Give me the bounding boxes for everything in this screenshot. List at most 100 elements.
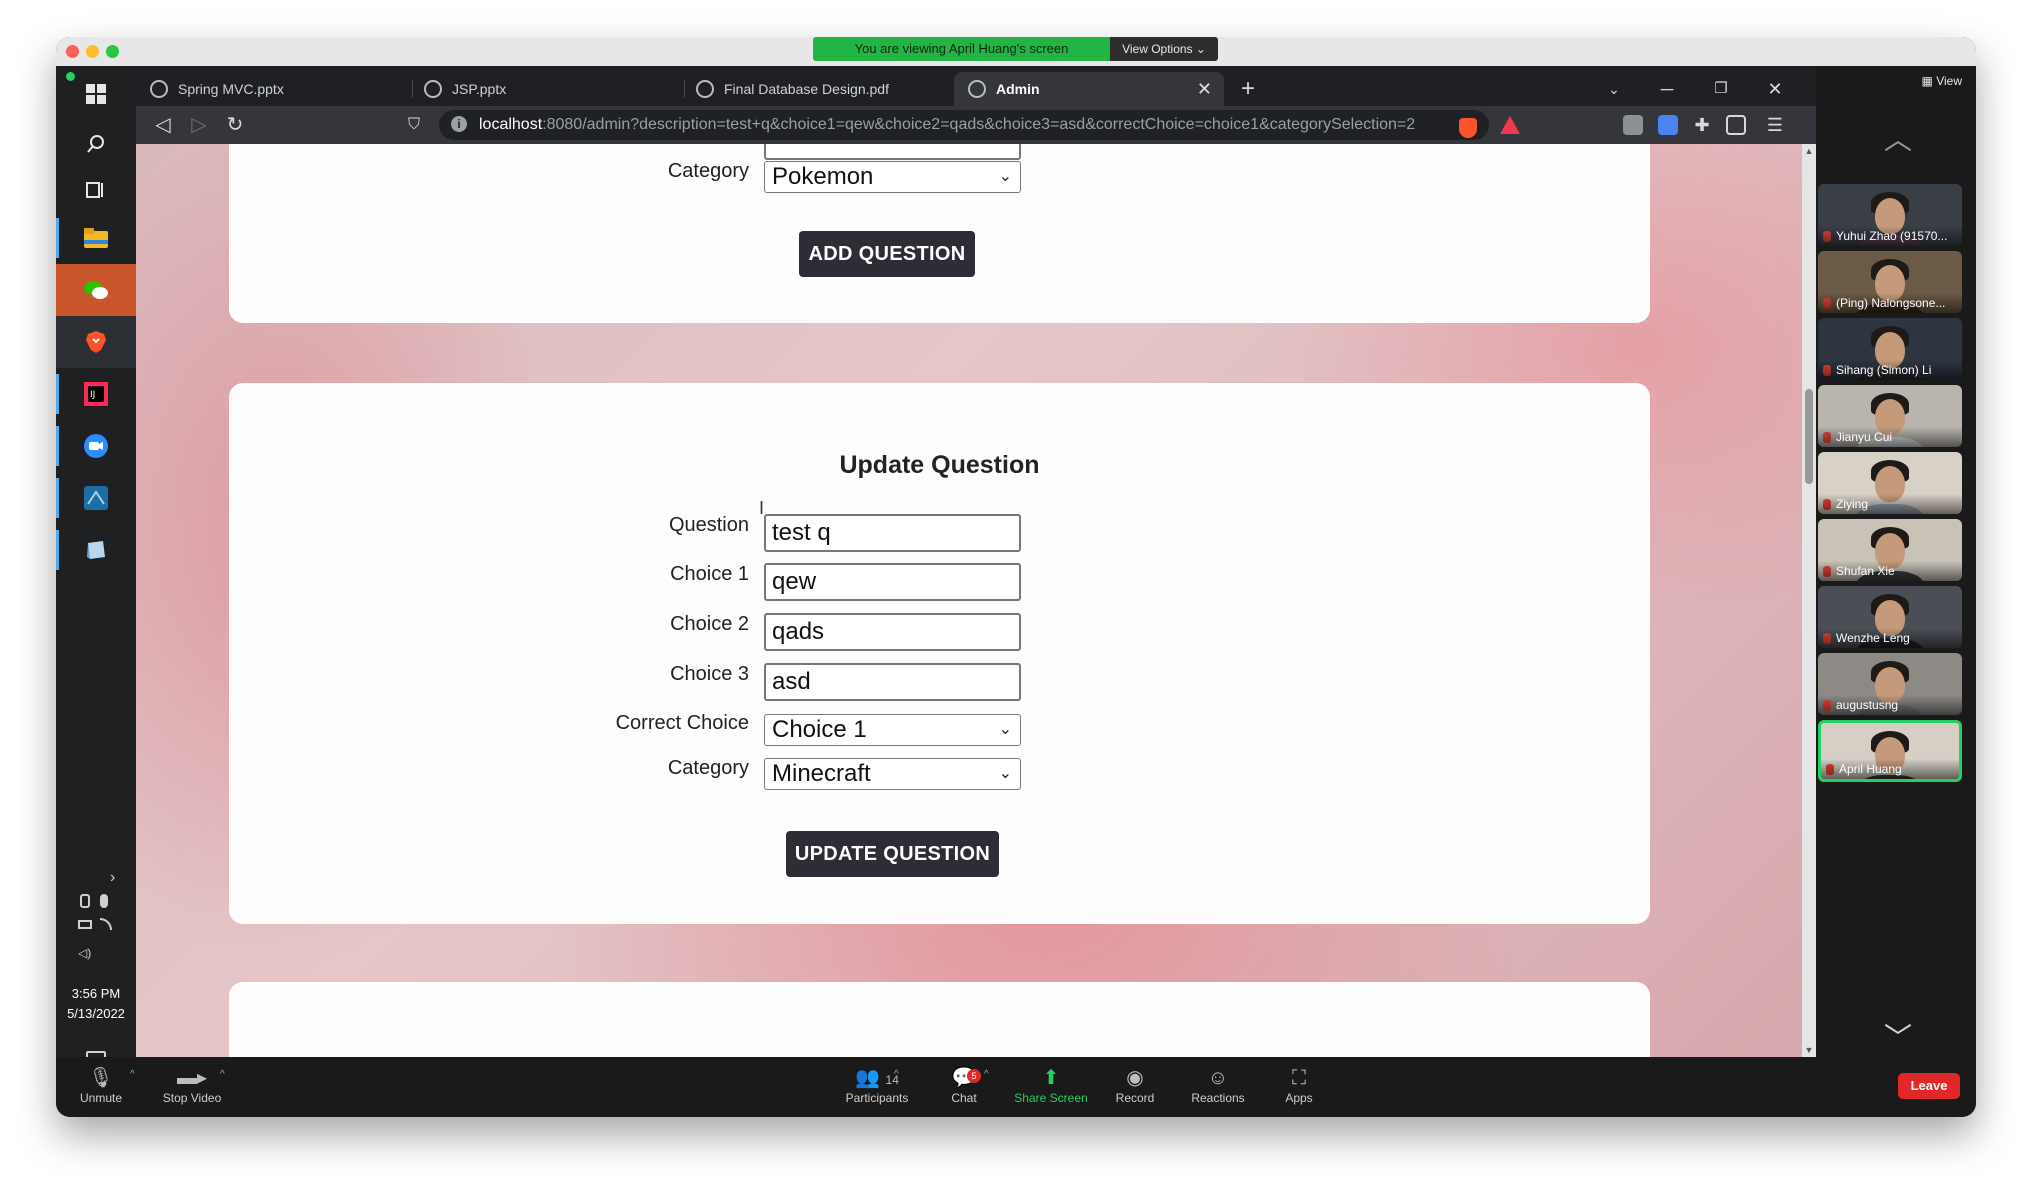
add-category-select[interactable]: Pokemon ⌄ [764,161,1021,193]
scroll-thumb[interactable] [1805,389,1813,484]
update-category-select[interactable]: Minecraft ⌄ [764,758,1021,790]
battery-tray-icon[interactable] [78,920,92,929]
tab-final-database-design[interactable]: Final Database Design.pdf [682,72,952,106]
chat-button[interactable]: 💬 5 Chat [919,1065,1009,1105]
forward-button[interactable]: ▷ [184,106,214,144]
next-card [229,982,1650,1057]
leave-button[interactable]: Leave [1898,1073,1960,1099]
back-button[interactable]: ◁ [148,106,178,144]
brave-rewards-icon[interactable] [1500,116,1520,134]
bookmark-icon[interactable]: ⛉ [399,106,429,144]
reactions-button[interactable]: ☺ Reactions [1173,1065,1263,1105]
tab-spring-mvc[interactable]: Spring MVC.pptx [136,72,406,106]
chat-label: Chat [951,1091,977,1105]
choice-3-partial-input[interactable] [764,144,1021,160]
stop-video-button[interactable]: ▬▸ Stop Video [142,1065,242,1105]
participant-tile[interactable]: Shufan Xie [1818,519,1962,581]
video-options-caret[interactable]: ^ [220,1069,225,1080]
translate-extension-icon[interactable] [1658,115,1678,135]
add-question-button[interactable]: ADD QUESTION [799,231,975,277]
maximize-window-button[interactable] [106,45,119,58]
volume-tray-icon[interactable]: ◁) [78,946,91,960]
participants-button[interactable]: 👥 14 Participants [822,1065,932,1105]
browser-window: Spring MVC.pptx JSP.pptx Final Database … [136,66,1816,1057]
choice-1-label: Choice 1 [670,563,749,585]
participant-tile[interactable]: augustusng [1818,653,1962,715]
brave-browser-icon[interactable] [56,316,136,368]
search-icon[interactable] [56,118,136,170]
brave-shield-icon[interactable] [1459,118,1477,138]
record-button[interactable]: ◉ Record [1090,1065,1180,1105]
notes-app-icon[interactable] [56,524,136,576]
zoom-app-icon[interactable] [56,420,136,472]
close-browser-button[interactable]: ✕ [1758,72,1792,106]
wechat-icon[interactable] [56,264,136,316]
taskbar-clock[interactable]: 3:56 PM 5/13/2022 [56,984,136,1024]
choice-3-input[interactable]: asd [764,663,1021,701]
wallet-icon[interactable] [1726,115,1746,135]
apps-icon: ⛶ [1292,1067,1306,1089]
minimize-browser-button[interactable]: ─ [1650,72,1684,106]
site-info-icon[interactable]: i [451,116,467,132]
chat-options-caret[interactable]: ^ [984,1069,989,1080]
apps-button[interactable]: ⛶ Apps [1254,1065,1344,1105]
chevron-down-icon[interactable]: ﹀ [1884,1016,1912,1056]
participants-options-caret[interactable]: ^ [894,1069,899,1080]
close-tab-icon[interactable]: ✕ [1197,72,1212,106]
choice-3-label: Choice 3 [670,663,749,685]
tab-jsp[interactable]: JSP.pptx [410,72,680,106]
participant-tile[interactable]: April Huang [1818,720,1962,782]
participants-icon: 👥 14 [855,1067,899,1089]
participant-name: Ziying [1818,494,1962,514]
globe-icon [150,80,168,98]
zoom-window: You are viewing April Huang's screen Vie… [56,37,1976,1117]
extension-k-icon[interactable] [1623,115,1643,135]
phone-tray-icon[interactable] [80,894,90,908]
view-options-button[interactable]: View Options ⌄ [1110,37,1218,61]
stop-video-label: Stop Video [162,1091,222,1105]
update-question-button[interactable]: UPDATE QUESTION [786,831,999,877]
tab-search-chevron-icon[interactable]: ⌄ [1597,72,1631,106]
participant-tile[interactable]: (Ping) Nalongsone... [1818,251,1962,313]
tab-bar: Spring MVC.pptx JSP.pptx Final Database … [136,66,1816,106]
address-bar[interactable]: i localhost:8080/admin?description=test+… [439,110,1489,140]
view-label: View [1936,74,1962,88]
close-window-button[interactable] [66,45,79,58]
correct-choice-select[interactable]: Choice 1 ⌄ [764,714,1021,746]
participant-tile[interactable]: Jianyu Cui [1818,385,1962,447]
scroll-down-arrow-icon[interactable]: ▼ [1802,1045,1816,1055]
restore-browser-button[interactable]: ❐ [1704,72,1738,106]
intellij-icon[interactable]: IJ [56,368,136,420]
task-view-icon[interactable] [56,164,136,216]
menu-icon[interactable]: ☰ [1760,106,1790,144]
participant-tile[interactable]: Sihang (Simon) Li [1818,318,1962,380]
page-scrollbar[interactable]: ▲ ▼ [1802,144,1816,1057]
participant-tile[interactable]: Ziying [1818,452,1962,514]
new-tab-button[interactable]: + [1231,72,1265,106]
wifi-tray-icon[interactable] [100,918,112,930]
mysql-workbench-icon[interactable] [56,472,136,524]
share-screen-button[interactable]: ⬆ Share Screen [1001,1065,1101,1105]
chevron-up-icon[interactable]: ︿ [1884,118,1912,158]
reload-button[interactable]: ↻ [220,106,250,144]
tab-admin[interactable]: Admin ✕ [954,72,1224,106]
choice-1-input[interactable]: qew [764,563,1021,601]
chevron-right-icon[interactable]: › [110,869,115,887]
participant-tile[interactable]: Wenzhe Leng [1818,586,1962,648]
participant-name: (Ping) Nalongsone... [1818,293,1962,313]
minimize-window-button[interactable] [86,45,99,58]
file-explorer-icon[interactable] [56,212,136,264]
participant-tile[interactable]: Yuhui Zhao (91570... [1818,184,1962,246]
question-input[interactable]: test q [764,514,1021,552]
choice-2-label: Choice 2 [670,613,749,635]
globe-icon [424,80,442,98]
extensions-puzzle-icon[interactable]: ✚ [1687,106,1717,144]
scroll-up-arrow-icon[interactable]: ▲ [1802,146,1816,156]
audio-options-caret[interactable]: ^ [130,1069,135,1080]
add-category-value: Pokemon [772,163,874,190]
microphone-tray-icon[interactable] [100,894,108,908]
view-button[interactable]: ▦ View [1922,74,1962,88]
browser-toolbar: ◁ ▷ ↻ ⛉ i localhost:8080/admin?descripti… [136,106,1816,144]
chevron-down-icon: ⌄ [998,765,1012,782]
choice-2-input[interactable]: qads [764,613,1021,651]
